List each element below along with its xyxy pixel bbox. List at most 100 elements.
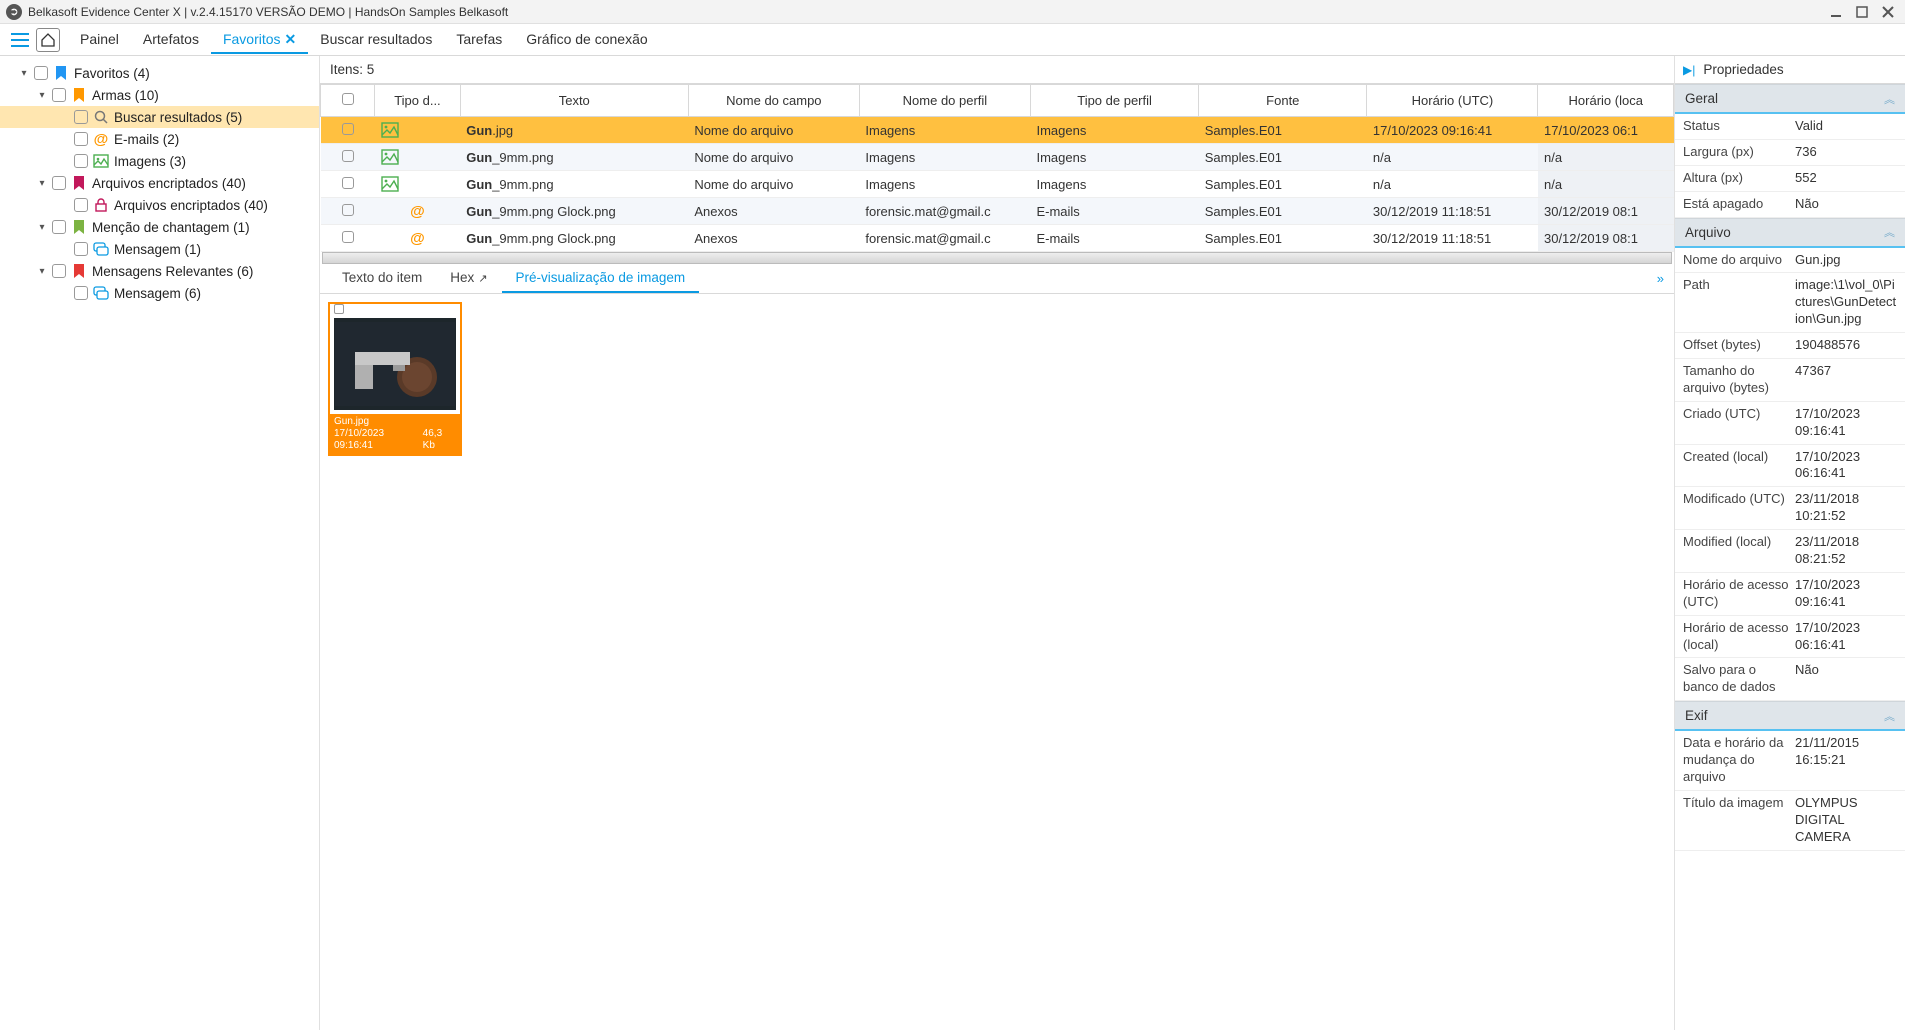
tree-label: Mensagem (1)	[114, 242, 201, 257]
items-count: Itens: 5	[320, 56, 1674, 84]
column-header[interactable]: Nome do campo	[688, 85, 859, 117]
section-header-geral[interactable]: Geral︽	[1675, 84, 1905, 114]
maximize-button[interactable]	[1851, 3, 1873, 21]
thumbnail-checkbox[interactable]	[334, 304, 344, 314]
chevron-up-icon[interactable]: ︽	[1884, 708, 1895, 724]
chevron-up-icon[interactable]: ︽	[1884, 224, 1895, 240]
table-row[interactable]: @Gun_9mm.png Glock.pngAnexosforensic.mat…	[321, 225, 1674, 252]
tree-checkbox[interactable]	[74, 132, 88, 146]
menu-favoritos[interactable]: Favoritos✕	[211, 25, 308, 54]
tree-checkbox[interactable]	[34, 66, 48, 80]
cell-tipo: Imagens	[1030, 171, 1198, 198]
hamburger-icon[interactable]	[8, 28, 32, 52]
tree-item[interactable]: @E-mails (2)	[0, 128, 319, 150]
tree-checkbox[interactable]	[74, 198, 88, 212]
row-checkbox[interactable]	[342, 231, 354, 243]
property-row: Data e horário da mudança do arquivo21/1…	[1675, 731, 1905, 791]
image-thumbnail[interactable]: Gun.jpg 17/10/2023 09:16:41 46,3 Kb	[328, 302, 462, 456]
column-header[interactable]: Tipo d...	[375, 85, 461, 117]
cell-campo: Anexos	[688, 198, 859, 225]
row-checkbox[interactable]	[342, 123, 354, 135]
cell-text: Gun_9mm.png	[460, 144, 688, 171]
row-checkbox[interactable]	[342, 150, 354, 162]
cell-text: Gun_9mm.png Glock.png	[460, 198, 688, 225]
horizontal-scrollbar[interactable]	[322, 252, 1672, 264]
table-row[interactable]: Gun_9mm.pngNome do arquivoImagensImagens…	[321, 144, 1674, 171]
table-row[interactable]: @Gun_9mm.png Glock.pngAnexosforensic.mat…	[321, 198, 1674, 225]
tree-item[interactable]: ▾Favoritos (4)	[0, 62, 319, 84]
tree-label: Menção de chantagem (1)	[92, 220, 250, 235]
tree-checkbox[interactable]	[74, 154, 88, 168]
column-header[interactable]: Nome do perfil	[859, 85, 1030, 117]
tree-item[interactable]: ▾ Menção de chantagem (1)	[0, 216, 319, 238]
collapse-preview-icon[interactable]: »	[1657, 271, 1664, 286]
tree-item[interactable]: Mensagem (1)	[0, 238, 319, 260]
chevron-down-icon[interactable]: ▾	[36, 178, 48, 189]
cell-local: 30/12/2019 08:1	[1538, 198, 1674, 225]
tree-checkbox[interactable]	[74, 286, 88, 300]
row-checkbox[interactable]	[342, 204, 354, 216]
thumbnail-time: 17/10/2023 09:16:41	[334, 428, 423, 452]
table-row[interactable]: Gun.jpgNome do arquivoImagensImagensSamp…	[321, 117, 1674, 144]
tree-item[interactable]: ▾Arquivos encriptados (40)	[0, 172, 319, 194]
property-row: Offset (bytes)190488576	[1675, 333, 1905, 359]
close-tab-icon[interactable]: ✕	[285, 31, 297, 47]
bookmark-blue	[52, 64, 70, 82]
tree-checkbox[interactable]	[52, 176, 66, 190]
close-button[interactable]	[1877, 3, 1899, 21]
property-key: Modificado (UTC)	[1683, 491, 1795, 525]
menu-tarefas[interactable]: Tarefas	[444, 25, 514, 54]
chevron-down-icon[interactable]: ▾	[36, 222, 48, 233]
property-value: 21/11/2015 16:15:21	[1795, 735, 1897, 786]
tree-checkbox[interactable]	[52, 88, 66, 102]
property-value: 23/11/2018 10:21:52	[1795, 491, 1897, 525]
tree-checkbox[interactable]	[74, 242, 88, 256]
menu-painel[interactable]: Painel	[68, 25, 131, 54]
select-all-checkbox[interactable]	[342, 93, 354, 105]
tree-item[interactable]: Arquivos encriptados (40)	[0, 194, 319, 216]
cell-text: Gun_9mm.png	[460, 171, 688, 198]
preview-tab[interactable]: Texto do item	[328, 264, 436, 293]
column-header[interactable]: Horário (UTC)	[1367, 85, 1538, 117]
column-header[interactable]: Fonte	[1199, 85, 1367, 117]
table-row[interactable]: Gun_9mm.pngNome do arquivoImagensImagens…	[321, 171, 1674, 198]
section-header-exif[interactable]: Exif︽	[1675, 701, 1905, 731]
properties-play-icon[interactable]: ▶|	[1683, 63, 1695, 77]
row-checkbox[interactable]	[342, 177, 354, 189]
cell-local: 17/10/2023 06:1	[1538, 117, 1674, 144]
preview-tab[interactable]: Pré-visualização de imagem	[502, 264, 700, 293]
menu-buscar-resultados[interactable]: Buscar resultados	[308, 25, 444, 54]
tree-item[interactable]: ▾Mensagens Relevantes (6)	[0, 260, 319, 282]
menubar: PainelArtefatosFavoritos✕Buscar resultad…	[0, 24, 1905, 56]
tree-checkbox[interactable]	[52, 264, 66, 278]
chevron-down-icon[interactable]: ▾	[36, 90, 48, 101]
column-header[interactable]: Tipo de perfil	[1030, 85, 1198, 117]
tree-item[interactable]: Imagens (3)	[0, 150, 319, 172]
property-row: Nome do arquivoGun.jpg	[1675, 248, 1905, 274]
menu-gráfico-de-conexão[interactable]: Gráfico de conexão	[514, 25, 659, 54]
tree-item[interactable]: ▾Armas (10)	[0, 84, 319, 106]
property-row: Horário de acesso (UTC)17/10/2023 09:16:…	[1675, 573, 1905, 616]
tree-item[interactable]: Buscar resultados (5)	[0, 106, 319, 128]
results-grid[interactable]: Tipo d...TextoNome do campoNome do perfi…	[320, 84, 1674, 264]
chevron-up-icon[interactable]: ︽	[1884, 91, 1895, 107]
column-header[interactable]: Texto	[460, 85, 688, 117]
home-button[interactable]	[36, 28, 60, 52]
tree-checkbox[interactable]	[74, 110, 88, 124]
cell-text: Gun.jpg	[460, 117, 688, 144]
minimize-button[interactable]	[1825, 3, 1847, 21]
preview-tab[interactable]: Hex↗	[436, 264, 501, 293]
section-header-arquivo[interactable]: Arquivo︽	[1675, 218, 1905, 248]
tree-item[interactable]: Mensagem (6)	[0, 282, 319, 304]
menu-artefatos[interactable]: Artefatos	[131, 25, 211, 54]
bookmark-orange	[70, 86, 88, 104]
chevron-down-icon[interactable]: ▾	[36, 266, 48, 277]
column-header[interactable]: Horário (loca	[1538, 85, 1674, 117]
bookmark-green	[70, 218, 88, 236]
external-link-icon[interactable]: ↗	[478, 273, 487, 285]
chevron-down-icon[interactable]: ▾	[18, 68, 30, 79]
tree-checkbox[interactable]	[52, 220, 66, 234]
property-key: Nome do arquivo	[1683, 252, 1795, 269]
tree-label: Imagens (3)	[114, 154, 186, 169]
column-header[interactable]	[321, 85, 375, 117]
